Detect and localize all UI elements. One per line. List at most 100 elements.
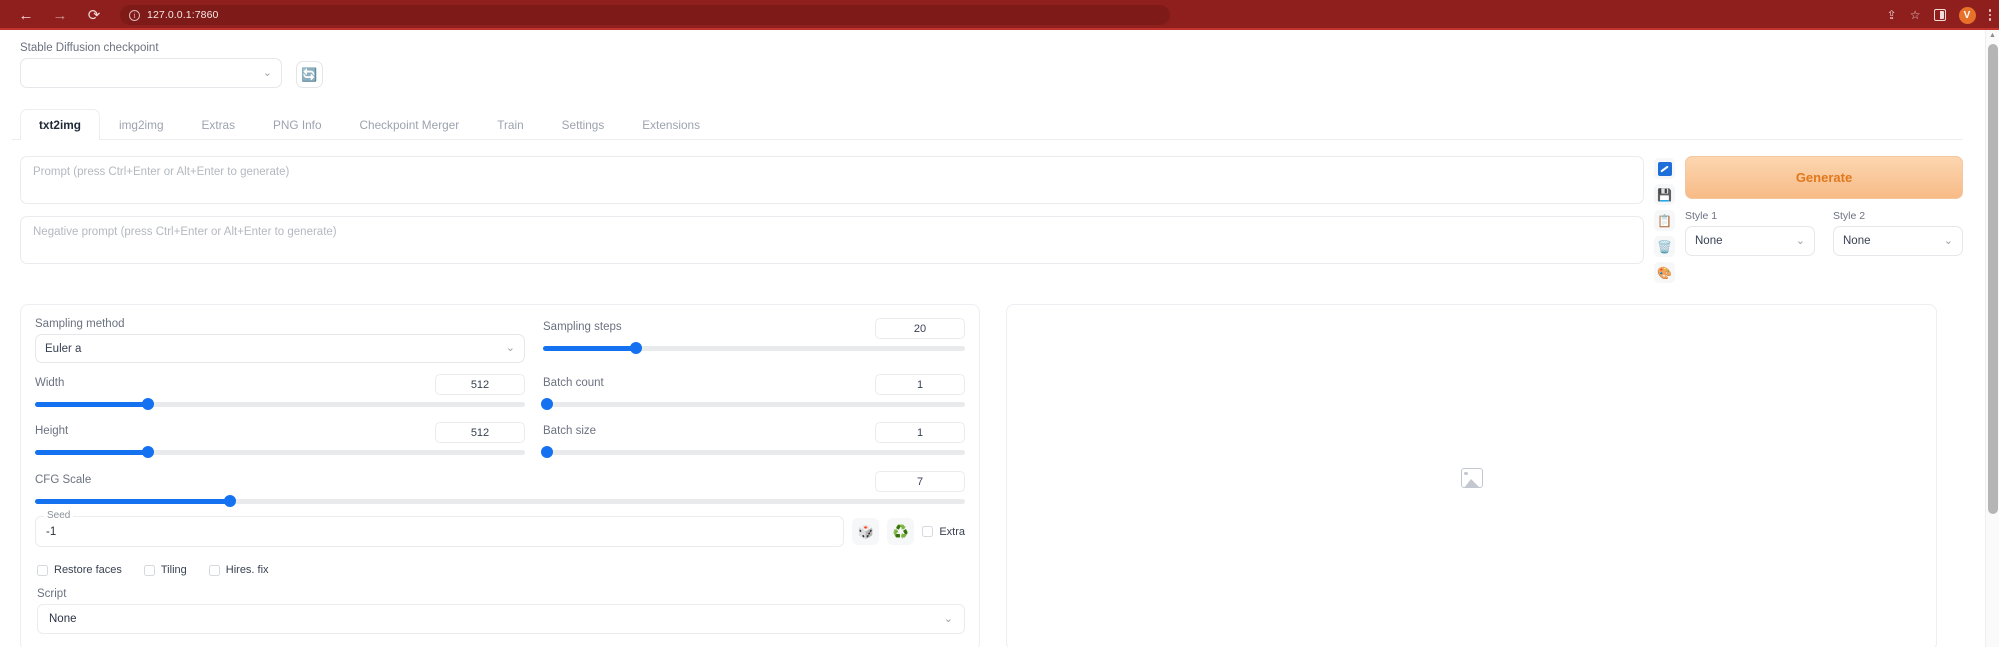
browser-actions: ⇪ ☆ V <box>1887 0 1991 30</box>
browser-toolbar: ← → ⟳ i 127.0.0.1:7860 ⇪ ☆ V <box>0 0 1999 30</box>
prompt-input[interactable]: Prompt (press Ctrl+Enter or Alt+Enter to… <box>20 156 1644 204</box>
negative-prompt-input[interactable]: Negative prompt (press Ctrl+Enter or Alt… <box>20 216 1644 264</box>
tab-settings[interactable]: Settings <box>543 109 624 139</box>
generate-column: Generate Style 1 None ⌄ Style 2 None ⌄ <box>1685 156 1963 283</box>
clipboard-icon[interactable]: 📋 <box>1654 210 1675 231</box>
style2-value: None <box>1843 235 1871 247</box>
tiling-row[interactable]: Tiling <box>143 564 187 576</box>
width-value[interactable]: 512 <box>435 374 525 395</box>
width-slider[interactable] <box>35 397 525 411</box>
style2-group: Style 2 None ⌄ <box>1833 210 1963 256</box>
tab-checkpoint-merger[interactable]: Checkpoint Merger <box>341 109 479 139</box>
height-slider[interactable] <box>35 445 525 459</box>
height-group: Height 512 <box>35 422 525 459</box>
palette-icon[interactable]: 🎨 <box>1654 262 1675 283</box>
style2-select[interactable]: None ⌄ <box>1833 226 1963 256</box>
page: ▲ Stable Diffusion checkpoint ⌄ 🔄 txt2im… <box>0 30 1999 647</box>
share-icon[interactable]: ⇪ <box>1887 8 1897 22</box>
trash-icon[interactable]: 🗑️ <box>1654 236 1675 257</box>
output-gallery-panel[interactable] <box>1006 304 1937 647</box>
slider-knob[interactable] <box>541 446 554 458</box>
width-label: Width <box>35 376 65 389</box>
tab-bar: txt2img img2img Extras PNG Info Checkpoi… <box>12 109 1963 140</box>
save-icon[interactable]: 💾 <box>1654 184 1675 205</box>
batch-count-head: Batch count 1 <box>543 374 965 395</box>
batch-size-value[interactable]: 1 <box>875 422 965 443</box>
tiling-checkbox[interactable] <box>143 564 155 576</box>
seed-input[interactable]: Seed -1 <box>35 510 845 547</box>
height-head: Height 512 <box>35 422 525 443</box>
restore-faces-checkbox[interactable] <box>37 564 48 576</box>
tab-txt2img[interactable]: txt2img <box>20 109 100 140</box>
slider-knob[interactable] <box>541 398 554 410</box>
batch-count-value[interactable]: 1 <box>875 374 965 395</box>
sampling-method-group: Sampling method Euler a ⌄ <box>35 318 525 363</box>
sampling-steps-value[interactable]: 20 <box>875 318 965 339</box>
style1-group: Style 1 None ⌄ <box>1685 210 1815 256</box>
restore-faces-row[interactable]: Restore faces <box>37 564 122 576</box>
sampling-steps-group: Sampling steps 20 <box>543 318 965 363</box>
cfg-scale-head: CFG Scale 7 <box>35 471 965 492</box>
checkpoint-label: Stable Diffusion checkpoint <box>20 42 159 54</box>
cfg-scale-value[interactable]: 7 <box>875 471 965 492</box>
tab-png-info[interactable]: PNG Info <box>254 109 341 139</box>
extra-checkbox-row[interactable]: Extra <box>922 526 965 538</box>
back-icon[interactable]: ← <box>16 5 36 25</box>
reuse-seed-recycle-icon[interactable]: ♻️ <box>887 518 915 545</box>
scroll-up-arrow[interactable]: ▲ <box>1986 30 1999 42</box>
extra-label: Extra <box>939 525 965 538</box>
page-scrollbar[interactable]: ▲ <box>1985 30 1999 647</box>
hires-fix-checkbox[interactable] <box>208 564 220 576</box>
sidebar-icon[interactable] <box>1933 9 1946 21</box>
generate-button[interactable]: Generate <box>1685 156 1963 199</box>
slider-knob[interactable] <box>629 342 642 354</box>
tab-img2img[interactable]: img2img <box>100 109 183 139</box>
sampling-method-label: Sampling method <box>35 318 125 330</box>
forward-icon[interactable]: → <box>50 5 70 25</box>
hires-fix-row[interactable]: Hires. fix <box>208 564 269 576</box>
random-seed-dice-icon[interactable]: 🎲 <box>852 518 880 545</box>
sampling-method-select[interactable]: Euler a ⌄ <box>35 334 525 363</box>
tab-extras[interactable]: Extras <box>183 109 254 139</box>
app-content: Stable Diffusion checkpoint ⌄ 🔄 txt2img … <box>0 30 1985 647</box>
checkpoint-select[interactable]: ⌄ <box>20 58 282 88</box>
refresh-checkpoints-button[interactable]: 🔄 <box>296 61 323 88</box>
tab-extensions[interactable]: Extensions <box>623 109 719 139</box>
avatar[interactable]: V <box>1958 6 1976 24</box>
tab-train[interactable]: Train <box>478 109 542 139</box>
height-batchsize-row: Height 512 Batch size 1 <box>35 422 965 459</box>
restore-faces-label: Restore faces <box>54 564 122 576</box>
script-label: Script <box>37 588 67 600</box>
address-bar[interactable]: i 127.0.0.1:7860 <box>120 5 1170 25</box>
sampling-row: Sampling method Euler a ⌄ Sampling steps… <box>35 318 965 363</box>
style1-select[interactable]: None ⌄ <box>1685 226 1815 256</box>
main-panels: Sampling method Euler a ⌄ Sampling steps… <box>12 304 1963 647</box>
slider-knob[interactable] <box>141 398 154 410</box>
script-value: None <box>49 613 77 625</box>
script-select[interactable]: None ⌄ <box>37 604 965 634</box>
menu-icon[interactable] <box>1988 9 1991 21</box>
scroll-thumb[interactable] <box>1988 44 1998 514</box>
batch-count-slider[interactable] <box>541 397 965 411</box>
width-batchcount-row: Width 512 Batch count 1 <box>35 374 965 411</box>
cfg-scale-slider[interactable] <box>35 494 965 508</box>
height-value[interactable]: 512 <box>435 422 525 443</box>
reload-icon[interactable]: ⟳ <box>84 5 104 25</box>
site-info-icon[interactable]: i <box>129 9 140 21</box>
sampling-steps-slider[interactable] <box>543 341 965 355</box>
sampling-method-value: Euler a <box>45 342 82 355</box>
slider-fill <box>35 449 148 455</box>
chevron-down-icon: ⌄ <box>1943 234 1953 247</box>
slider-fill <box>543 345 636 351</box>
batch-size-slider[interactable] <box>541 445 965 459</box>
style2-label: Style 2 <box>1833 210 1866 222</box>
bookmark-star-icon[interactable]: ☆ <box>1910 8 1921 22</box>
prompt-tool-column: 💾 📋 🗑️ 🎨 <box>1654 156 1675 283</box>
slider-knob[interactable] <box>141 446 154 458</box>
slider-knob[interactable] <box>224 495 237 507</box>
width-group: Width 512 <box>35 374 525 411</box>
paintbrush-icon[interactable] <box>1654 158 1675 179</box>
batch-count-group: Batch count 1 <box>541 374 965 411</box>
extra-checkbox[interactable] <box>922 526 934 537</box>
sampling-steps-head: Sampling steps 20 <box>543 318 965 339</box>
